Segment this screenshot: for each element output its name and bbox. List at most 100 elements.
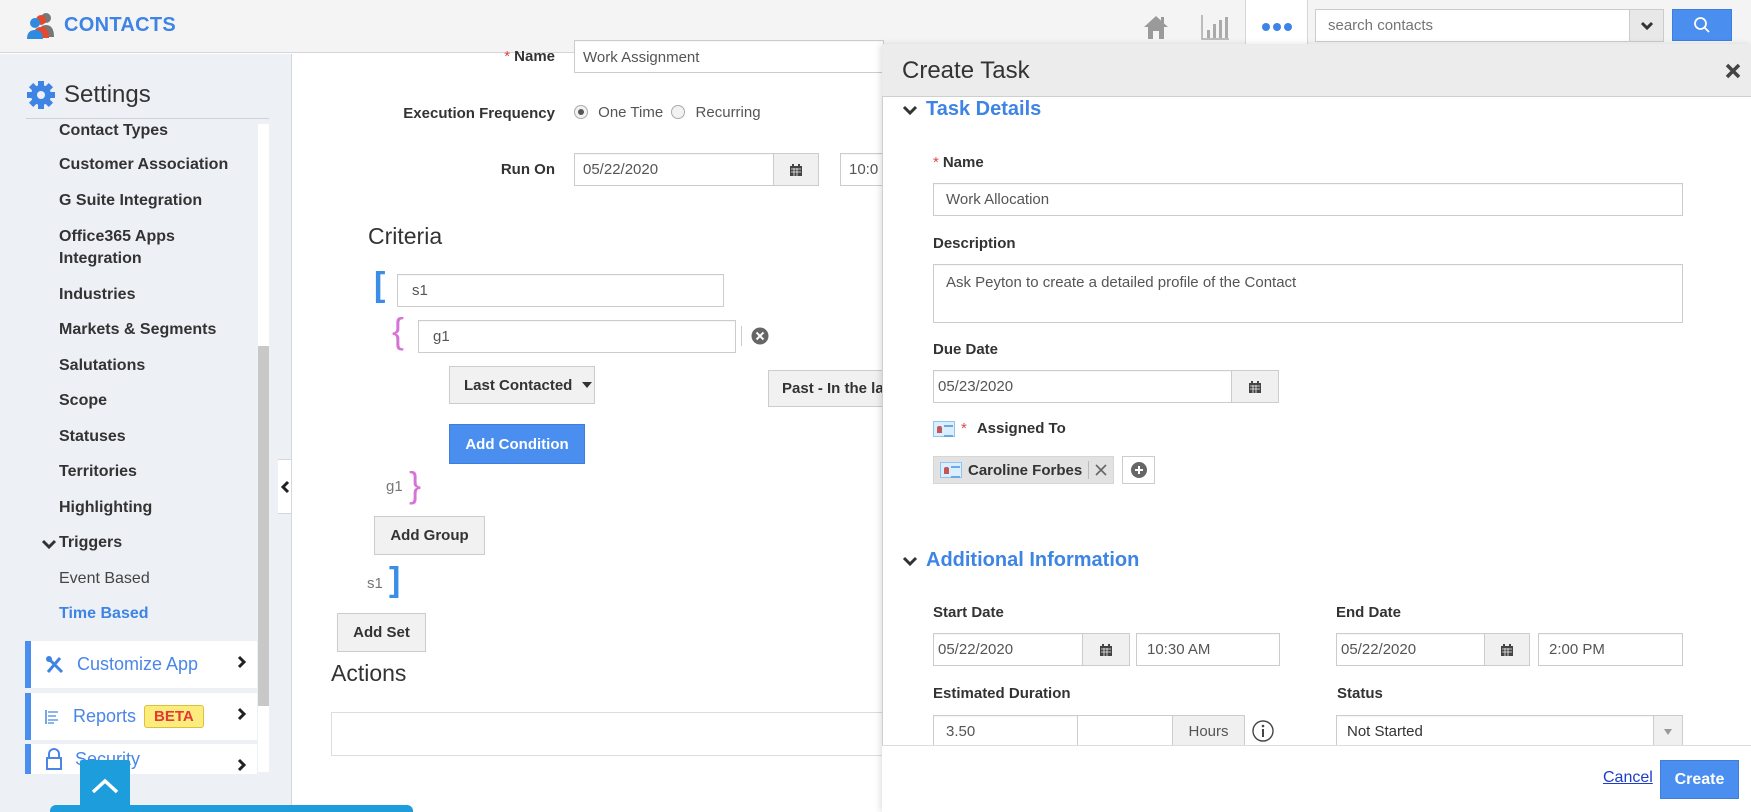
calendar-icon <box>1100 643 1112 656</box>
start-time-input[interactable]: 10:30 AM <box>1136 633 1280 666</box>
trigger-name-input[interactable]: Work Assignment <box>574 40 884 73</box>
end-date-label: End Date <box>1336 604 1402 621</box>
collapse-sidebar-button[interactable] <box>278 459 292 514</box>
due-date-label: Due Date <box>933 341 999 358</box>
sidebar-item-industries[interactable]: Industries <box>59 284 135 306</box>
search-icon <box>1694 17 1710 33</box>
settings-heading: Settings <box>26 80 151 110</box>
estimated-duration-input[interactable]: 3.50 <box>933 715 1078 747</box>
end-time-input[interactable]: 2:00 PM <box>1538 633 1683 666</box>
sidebar-section-reports[interactable]: Reports BETA <box>25 693 257 740</box>
description-label: Description <box>933 235 1016 252</box>
calendar-icon <box>790 163 802 176</box>
sidebar-item-triggers[interactable]: Triggers <box>59 532 122 554</box>
chevron-right-icon <box>237 758 247 774</box>
set-open-bracket: [ <box>374 266 386 304</box>
add-condition-button[interactable]: Add Condition <box>449 424 585 464</box>
assigned-to-label-group: * Assigned To <box>933 420 1066 437</box>
divider <box>26 118 269 119</box>
gear-icon <box>27 81 55 109</box>
task-name-input[interactable]: Work Allocation <box>933 183 1683 216</box>
status-dropdown-arrow[interactable] <box>1653 715 1683 747</box>
sidebar-item-contact-types[interactable]: Contact Types <box>59 120 168 142</box>
chevron-down-icon <box>41 537 57 554</box>
chevron-down-icon <box>902 556 918 566</box>
group-close-brace: } <box>409 464 422 505</box>
start-date-calendar-button[interactable] <box>1082 633 1130 666</box>
group-close-label: g1 <box>386 478 403 495</box>
status-select[interactable]: Not Started <box>1336 715 1683 747</box>
tools-icon <box>46 655 64 673</box>
bottom-banner <box>50 805 413 812</box>
add-set-button[interactable]: Add Set <box>337 613 426 652</box>
chevron-up-icon <box>91 778 119 794</box>
sidebar-item-event-based[interactable]: Event Based <box>59 568 150 590</box>
actions-box <box>331 712 891 756</box>
due-date-calendar-button[interactable] <box>1231 370 1279 403</box>
task-details-section-toggle[interactable]: Task Details <box>902 98 1041 121</box>
group-name-input[interactable]: g1 <box>418 320 736 353</box>
start-date-input[interactable]: 05/22/2020 <box>933 633 1083 666</box>
close-icon[interactable] <box>1722 60 1744 82</box>
sidebar-item-salutations[interactable]: Salutations <box>59 355 145 377</box>
search-button[interactable] <box>1672 9 1732 41</box>
remove-assignee-icon[interactable] <box>1095 464 1107 476</box>
divider <box>741 326 742 346</box>
due-date-input[interactable]: 05/23/2020 <box>933 370 1232 403</box>
home-icon[interactable] <box>1139 10 1173 44</box>
sidebar-item-time-based[interactable]: Time Based <box>59 603 149 625</box>
sidebar-item-scope[interactable]: Scope <box>59 390 107 412</box>
sidebar-item-statuses[interactable]: Statuses <box>59 426 126 448</box>
panel-title: Create Task <box>902 57 1030 84</box>
criteria-heading: Criteria <box>368 223 443 249</box>
info-icon[interactable] <box>1252 720 1274 746</box>
status-label: Status <box>1337 685 1383 702</box>
name-label: * Name <box>504 48 555 65</box>
search-dropdown-button[interactable] <box>1629 9 1664 42</box>
sidebar-item-territories[interactable]: Territories <box>59 461 137 483</box>
sidebar-section-security[interactable]: Security <box>25 744 257 774</box>
recurring-radio[interactable] <box>671 105 686 119</box>
caret-down-icon <box>582 382 593 388</box>
contact-card-icon <box>933 420 955 437</box>
set-close-bracket: ] <box>389 561 401 599</box>
sidebar-item-highlighting[interactable]: Highlighting <box>59 497 152 519</box>
assignee-chip: Caroline Forbes <box>933 456 1115 484</box>
group-open-brace: { <box>392 310 405 351</box>
add-group-button[interactable]: Add Group <box>374 516 485 555</box>
reports-chart-icon[interactable] <box>1198 10 1232 44</box>
chevron-down-icon <box>902 105 918 115</box>
sidebar-item-office365-integration[interactable]: Office365 Apps Integration <box>59 226 209 270</box>
description-textarea[interactable]: Ask Peyton to create a detailed profile … <box>933 264 1683 323</box>
lock-icon <box>46 748 62 770</box>
end-date-calendar-button[interactable] <box>1484 633 1530 666</box>
additional-info-section-toggle[interactable]: Additional Information <box>902 549 1139 572</box>
set-name-input[interactable]: s1 <box>397 274 724 307</box>
create-button[interactable]: Create <box>1660 760 1739 799</box>
add-assignee-button[interactable] <box>1122 456 1155 484</box>
sidebar-section-customize-app[interactable]: Customize App <box>25 641 257 688</box>
run-on-date-input[interactable]: 05/22/2020 <box>574 153 774 186</box>
condition-field-dropdown[interactable]: Last Contacted <box>449 366 595 404</box>
run-on-label: Run On <box>500 161 555 178</box>
app-brand[interactable]: CONTACTS <box>26 11 176 39</box>
end-date-input[interactable]: 05/22/2020 <box>1336 633 1485 666</box>
plus-circle-icon <box>1130 462 1147 478</box>
condition-operator-dropdown[interactable]: Past - In the la <box>768 370 883 407</box>
set-close-label: s1 <box>367 575 383 592</box>
chevron-right-icon <box>237 655 247 673</box>
start-date-label: Start Date <box>933 604 1004 621</box>
sidebar-item-customer-association[interactable]: Customer Association <box>59 154 228 176</box>
remove-group-icon[interactable] <box>751 327 769 349</box>
sidebar-scrollbar-thumb[interactable] <box>258 346 269 706</box>
calendar-icon <box>1501 643 1513 656</box>
estimated-duration-label: Estimated Duration <box>933 685 1071 702</box>
cancel-link[interactable]: Cancel <box>1603 769 1653 787</box>
contact-card-icon <box>940 462 962 478</box>
calendar-button[interactable] <box>773 153 819 186</box>
one-time-radio[interactable] <box>574 105 588 119</box>
app-title: CONTACTS <box>64 13 177 36</box>
sidebar-item-markets-segments[interactable]: Markets & Segments <box>59 319 216 341</box>
search-contacts-input[interactable] <box>1315 9 1630 42</box>
sidebar-item-g-suite-integration[interactable]: G Suite Integration <box>59 190 202 212</box>
